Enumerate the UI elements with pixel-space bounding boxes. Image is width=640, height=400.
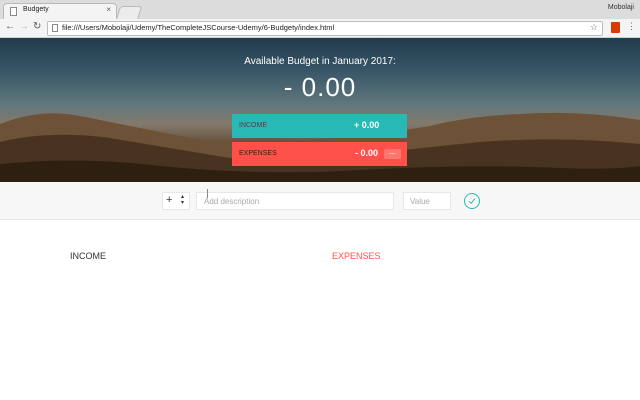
add-item-bar: + ▴ ▾ — [0, 182, 640, 220]
bookmark-star-icon[interactable]: ☆ — [590, 22, 598, 33]
expenses-list-title: Expenses — [332, 251, 381, 261]
budget-title: Available Budget in January 2017: — [244, 56, 396, 67]
address-bar[interactable]: file:///Users/Mobolaji/Udemy/TheComplete… — [47, 21, 603, 36]
reload-icon[interactable]: ↻ — [33, 21, 41, 32]
browser-menu-icon[interactable]: ⋮ — [627, 21, 636, 32]
budget-header: Available Budget in January 2017: - 0.00… — [0, 38, 640, 182]
new-tab-button[interactable] — [115, 6, 143, 20]
expenses-summary-value: - 0.00 — [355, 148, 379, 158]
type-select[interactable]: + ▴ ▾ — [162, 192, 190, 210]
browser-toolbar: ← → ↻ file:///Users/Mobolaji/Udemy/TheCo… — [0, 19, 640, 38]
income-summary: Income + 0.00 — [232, 114, 407, 138]
expenses-summary: Expenses - 0.00 --- — [232, 142, 407, 166]
value-input[interactable] — [403, 192, 451, 210]
profile-name[interactable]: Mobolaji — [608, 4, 634, 11]
page-icon — [10, 7, 17, 16]
close-tab-icon[interactable]: × — [106, 5, 111, 14]
text-cursor — [207, 189, 208, 198]
tab-title: Budgety — [23, 6, 49, 13]
checkmark-icon — [468, 198, 476, 205]
add-button[interactable] — [464, 193, 480, 209]
office-extension-icon[interactable] — [611, 22, 620, 33]
income-summary-label: Income — [239, 122, 267, 129]
select-arrows-icon: ▴ ▾ — [181, 194, 185, 206]
income-list-title: Income — [70, 251, 106, 261]
expenses-percentage-badge: --- — [384, 149, 401, 159]
page-icon — [52, 24, 58, 32]
income-summary-value: + 0.00 — [354, 120, 380, 130]
browser-tab[interactable]: Budgety × — [3, 3, 117, 20]
expenses-summary-label: Expenses — [239, 150, 277, 157]
type-select-value: + — [166, 194, 173, 206]
forward-icon[interactable]: → — [19, 21, 29, 32]
url-text[interactable]: file:///Users/Mobolaji/Udemy/TheComplete… — [62, 23, 334, 32]
back-icon[interactable]: ← — [5, 21, 15, 32]
description-input[interactable] — [196, 192, 394, 210]
browser-tab-bar: Budgety × Mobolaji — [0, 0, 640, 20]
budget-value: - 0.00 — [283, 72, 357, 102]
